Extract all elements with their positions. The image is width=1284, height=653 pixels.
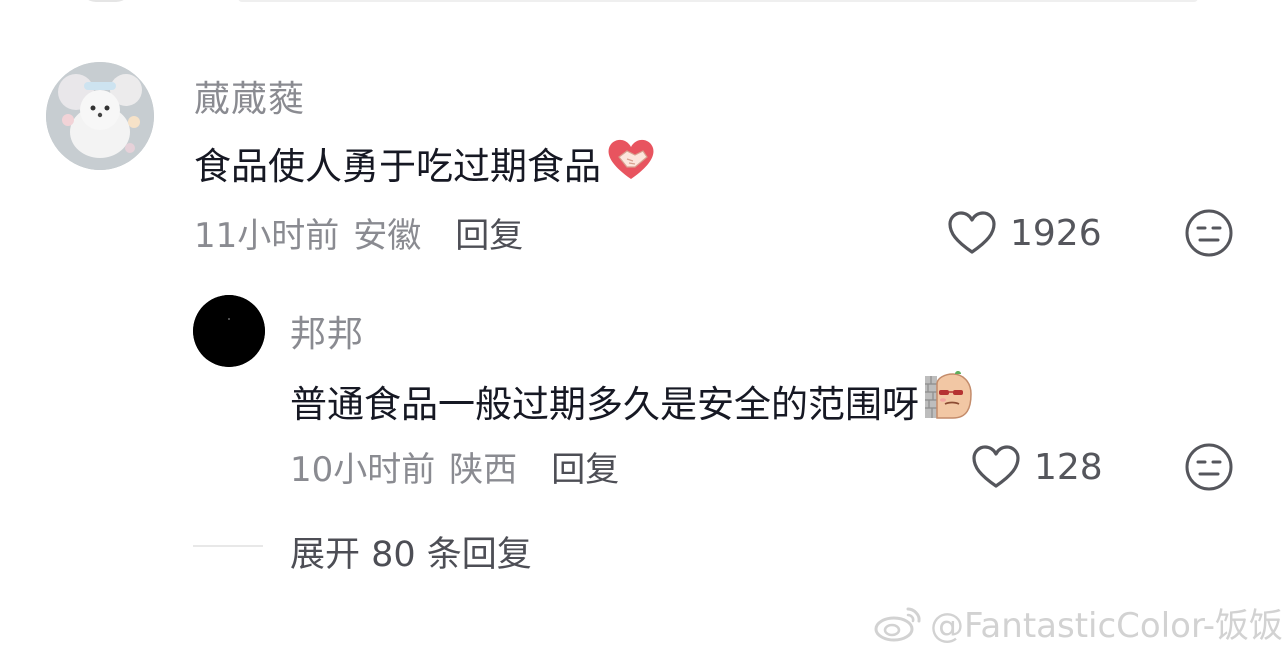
comment-thread: 蕆蕆蕤 食品使人勇于吃过期食品 11小时前 安徽 回复 1926 邦邦 普通食品… — [0, 0, 1284, 653]
heart-icon — [972, 445, 1020, 488]
comment-text-body: 普通食品一般过期多久是安全的范围呀 — [290, 382, 919, 426]
expand-replies-button[interactable]: 展开 80 条回复 — [290, 526, 532, 577]
black-avatar-icon — [193, 295, 265, 367]
username[interactable]: 邦邦 — [290, 305, 364, 357]
comment-text: 普通食品一般过期多久是安全的范围呀 — [290, 370, 975, 431]
avatar[interactable] — [193, 295, 265, 367]
peeking-potato-icon — [923, 370, 975, 431]
expand-divider — [193, 545, 263, 547]
like-button[interactable]: 128 — [970, 444, 1103, 490]
reply-item: 邦邦 普通食品一般过期多久是安全的范围呀 10小时前 陕西 回复 128 — [0, 0, 1284, 520]
like-count: 128 — [1034, 446, 1103, 488]
comment-meta: 10小时前 陕西 回复 — [290, 442, 619, 491]
comment-location: 陕西 — [449, 450, 518, 490]
neutral-face-icon — [1185, 443, 1233, 491]
watermark-text: @FantasticColor-饭饭 — [930, 606, 1284, 646]
weibo-logo-icon — [874, 607, 921, 641]
watermark: @FantasticColor-饭饭 — [874, 598, 1283, 647]
dislike-button[interactable] — [1183, 441, 1235, 497]
reply-button[interactable]: 回复 — [551, 442, 619, 491]
comment-time: 10小时前 — [290, 450, 436, 490]
